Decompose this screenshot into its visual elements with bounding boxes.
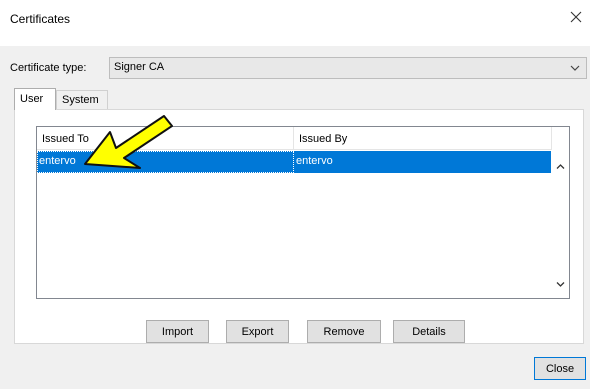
chevron-down-icon: [570, 65, 580, 71]
import-button[interactable]: Import: [146, 320, 209, 343]
title-bar: Certificates: [0, 0, 590, 46]
column-header-issued-by-label: Issued By: [299, 133, 348, 145]
window-title: Certificates: [10, 12, 71, 26]
chevron-up-icon[interactable]: [556, 163, 565, 170]
column-header-issued-by[interactable]: Issued By: [294, 127, 552, 150]
export-button[interactable]: Export: [226, 320, 289, 343]
tab-system[interactable]: System: [56, 90, 108, 109]
details-button[interactable]: Details: [393, 320, 465, 343]
chevron-down-icon[interactable]: [556, 281, 565, 288]
tab-user-label: User: [20, 93, 44, 105]
tab-system-label: System: [62, 94, 99, 106]
tab-user[interactable]: User: [14, 88, 56, 110]
certificates-dialog: Certificates Certificate type: Signer CA…: [0, 0, 590, 389]
close-button[interactable]: Close: [534, 357, 586, 380]
cell-issued-by: entervo: [296, 155, 333, 167]
vertical-scrollbar[interactable]: [552, 151, 569, 298]
close-icon: [570, 11, 582, 23]
close-window-button[interactable]: [562, 4, 590, 30]
certificate-type-label: Certificate type:: [10, 62, 87, 74]
remove-button[interactable]: Remove: [307, 320, 381, 343]
certificate-type-dropdown[interactable]: Signer CA: [109, 57, 587, 79]
certificate-type-value: Signer CA: [114, 61, 165, 73]
arrow-annotation-icon: [84, 115, 173, 169]
